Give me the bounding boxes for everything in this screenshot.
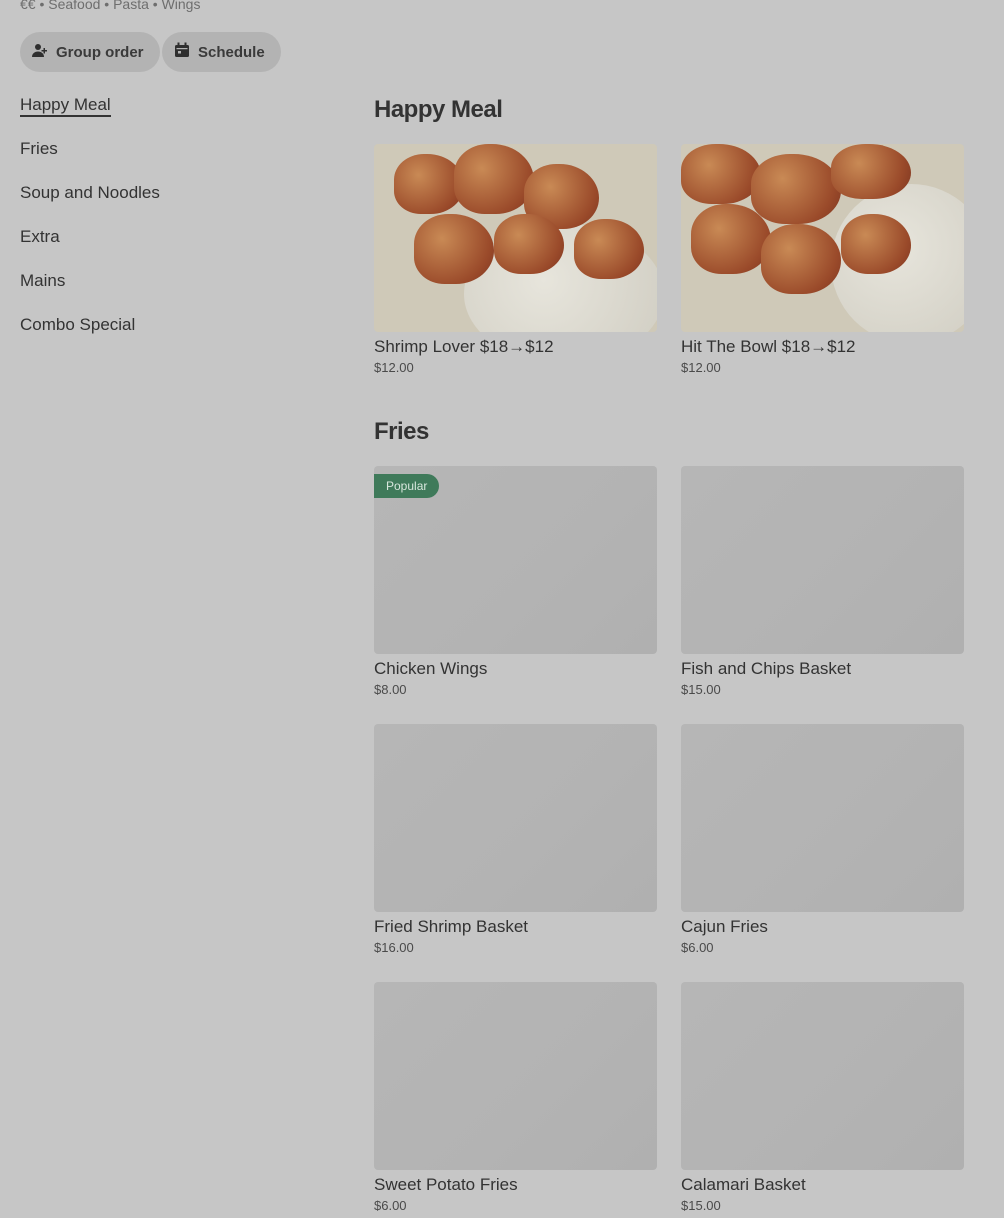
item-photo-placeholder: Popular: [374, 466, 657, 654]
group-order-button[interactable]: Group order: [20, 32, 160, 72]
item-photo-placeholder: [374, 982, 657, 1170]
item-name: Fish and Chips Basket: [681, 659, 852, 678]
menu-item-card[interactable]: Hit The Bowl $18→$12 $12.00: [681, 144, 964, 375]
sidebar-item-fries[interactable]: Fries: [20, 138, 320, 182]
item-name: Chicken Wings: [374, 659, 488, 678]
item-price: $12.00: [681, 360, 721, 375]
popular-badge: Popular: [374, 474, 440, 498]
menu-item-card[interactable]: Cajun Fries $6.00: [681, 724, 964, 955]
item-price: $6.00: [374, 1198, 407, 1213]
section-title-fries: Fries: [374, 418, 429, 445]
menu-item-card[interactable]: Popular Chicken Wings $8.00: [374, 466, 657, 697]
item-price: $15.00: [681, 682, 721, 697]
item-name: Calamari Basket: [681, 1175, 806, 1194]
schedule-label: Schedule: [198, 43, 265, 61]
item-name: Cajun Fries: [681, 917, 768, 936]
item-name: Fried Shrimp Basket: [374, 917, 528, 936]
item-name: Sweet Potato Fries: [374, 1175, 518, 1194]
item-photo-placeholder: [681, 466, 964, 654]
item-price: $12.00: [374, 360, 414, 375]
sidebar-item-combo-special[interactable]: Combo Special: [20, 314, 320, 358]
add-person-icon: [32, 42, 48, 62]
item-photo-placeholder: [374, 724, 657, 912]
menu-item-card[interactable]: Shrimp Lover $18→$12 $12.00: [374, 144, 657, 375]
restaurant-meta: €€ • Seafood • Pasta • Wings: [20, 0, 201, 12]
sidebar-item-mains[interactable]: Mains: [20, 270, 320, 314]
item-price: $15.00: [681, 1198, 721, 1213]
group-order-label: Group order: [56, 43, 144, 61]
menu-item-card[interactable]: Fried Shrimp Basket $16.00: [374, 724, 657, 955]
item-photo-placeholder: [681, 982, 964, 1170]
item-price: $6.00: [681, 940, 714, 955]
menu-item-card[interactable]: Calamari Basket $15.00: [681, 982, 964, 1213]
section-title-happy-meal: Happy Meal: [374, 96, 503, 123]
menu-item-card[interactable]: Fish and Chips Basket $15.00: [681, 466, 964, 697]
menu-item-card[interactable]: Sweet Potato Fries $6.00: [374, 982, 657, 1213]
item-photo: [374, 144, 657, 332]
item-price: $8.00: [374, 682, 407, 697]
category-sidebar: Happy Meal Fries Soup and Noodles Extra …: [20, 94, 320, 358]
calendar-icon: [174, 42, 190, 62]
item-name: Hit The Bowl $18→$12: [681, 337, 856, 356]
item-photo: [681, 144, 964, 332]
item-price: $16.00: [374, 940, 414, 955]
sidebar-item-happy-meal[interactable]: Happy Meal: [20, 94, 320, 138]
sidebar-item-soup-and-noodles[interactable]: Soup and Noodles: [20, 182, 320, 226]
schedule-button[interactable]: Schedule: [162, 32, 281, 72]
sidebar-item-extra[interactable]: Extra: [20, 226, 320, 270]
item-photo-placeholder: [681, 724, 964, 912]
item-name: Shrimp Lover $18→$12: [374, 337, 554, 356]
